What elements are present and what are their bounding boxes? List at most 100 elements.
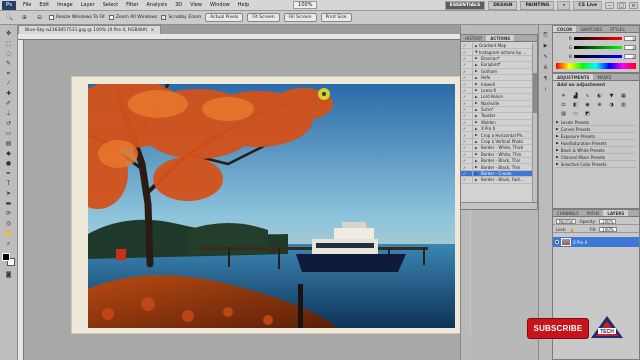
fit-screen-button[interactable]: Fit Screen — [247, 13, 280, 22]
hand-tool-icon[interactable]: ✋ — [3, 229, 14, 238]
dialog-toggle-icon[interactable] — [468, 68, 473, 74]
canvas-image[interactable] — [88, 84, 455, 328]
dialog-toggle-icon[interactable] — [468, 107, 473, 113]
scrubby-zoom-checkbox[interactable]: Scrubby Zoom — [161, 15, 201, 20]
menu-view[interactable]: View — [186, 2, 206, 8]
menu-help[interactable]: Help — [234, 2, 253, 8]
channel-slider[interactable] — [574, 55, 622, 58]
menu-3d[interactable]: 3D — [171, 2, 186, 8]
brush-tool-icon[interactable]: ✐ — [3, 99, 14, 108]
preset-row[interactable]: ▶ Selective Color Presets — [556, 161, 636, 168]
tab-masks[interactable]: MASKS — [593, 74, 615, 80]
tab-adjustments[interactable]: ADJUSTMENTS — [553, 74, 594, 80]
document-tab[interactable]: Blue-Sky-a2363857531.jpg @ 100% (X Pro I… — [18, 25, 162, 34]
preset-row[interactable]: ▶ Curves Presets — [556, 126, 636, 133]
eraser-tool-icon[interactable]: ▭ — [3, 129, 14, 138]
dialog-toggle-icon[interactable] — [468, 158, 473, 164]
paragraph-icon[interactable]: ¶ — [542, 75, 550, 82]
tab-swatches[interactable]: SWATCHES — [576, 26, 606, 32]
check-icon[interactable]: ✓ — [462, 113, 467, 118]
cs-live-button[interactable]: CS Live — [573, 1, 602, 10]
expand-right-icon[interactable]: ▶ — [556, 155, 559, 159]
close-icon[interactable]: × — [629, 2, 638, 9]
check-icon[interactable]: ✓ — [462, 107, 467, 112]
dialog-toggle-icon[interactable] — [468, 164, 473, 170]
channel-slider[interactable] — [574, 37, 622, 40]
print-size-button[interactable]: Print Size — [320, 13, 352, 22]
type-tool-icon[interactable]: T — [3, 179, 14, 188]
quick-mask-icon[interactable]: ◙ — [3, 270, 14, 279]
exposure-icon[interactable]: ◐ — [595, 92, 604, 99]
check-icon[interactable]: ✓ — [462, 62, 467, 67]
check-icon[interactable]: ✓ — [462, 165, 467, 170]
preset-row[interactable]: ▶ Levels Presets — [556, 119, 636, 126]
check-icon[interactable]: ✓ — [462, 94, 467, 99]
check-icon[interactable]: ✓ — [462, 101, 467, 106]
fill-screen-button[interactable]: Fill Screen — [283, 13, 317, 22]
gradient-tool-icon[interactable]: ▤ — [3, 139, 14, 148]
preset-row[interactable]: ▶ Channel Mixer Presets — [556, 154, 636, 161]
dialog-toggle-icon[interactable] — [468, 49, 473, 55]
tab-paths[interactable]: PATHS — [583, 210, 604, 216]
lock-icon[interactable]: 🔒 — [569, 227, 574, 232]
hue-saturation-icon[interactable]: ▦ — [619, 92, 628, 99]
3d-orbit-tool-icon[interactable]: ◎ — [3, 219, 14, 228]
dialog-toggle-icon[interactable] — [468, 126, 473, 132]
check-icon[interactable]: ✓ — [462, 75, 467, 80]
menu-layer[interactable]: Layer — [77, 2, 99, 8]
lasso-tool-icon[interactable]: ◌ — [3, 49, 14, 58]
dialog-toggle-icon[interactable] — [468, 171, 473, 176]
posterize-icon[interactable]: ▥ — [619, 101, 628, 108]
dialog-toggle-icon[interactable] — [468, 100, 473, 106]
check-icon[interactable]: ✓ — [462, 177, 467, 182]
fill-field[interactable]: 100% — [599, 226, 617, 232]
selective-color-icon[interactable]: ◩ — [583, 110, 592, 117]
zoom-all-checkbox[interactable]: Zoom All Windows — [108, 15, 157, 20]
history-icon[interactable]: ⎘ — [542, 31, 550, 38]
color-balance-icon[interactable]: ⚖ — [559, 101, 568, 108]
check-icon[interactable]: ✓ — [462, 126, 467, 131]
workspace-essentials[interactable]: ESSENTIALS — [444, 1, 486, 10]
crop-tool-icon[interactable]: ⌗ — [3, 69, 14, 78]
check-icon[interactable]: ✓ — [462, 120, 467, 125]
tab-actions[interactable]: ACTIONS — [486, 35, 515, 41]
check-icon[interactable]: ✓ — [462, 171, 467, 176]
scrollbar-thumb[interactable] — [533, 73, 537, 113]
minimize-icon[interactable]: – — [605, 2, 614, 9]
action-row[interactable]: ✓ ▶ Border - Black, Fadi... — [461, 177, 533, 184]
menu-analysis[interactable]: Analysis — [143, 2, 172, 8]
vibrance-icon[interactable]: ▼ — [607, 92, 616, 99]
channel-value-field[interactable]: 0 — [624, 45, 636, 51]
actions-scrollbar[interactable] — [532, 43, 537, 203]
shape-tool-icon[interactable]: ▬ — [3, 199, 14, 208]
tab-layers[interactable]: LAYERS — [603, 210, 629, 216]
resize-windows-checkbox[interactable]: Resize Windows To Fit — [49, 15, 105, 20]
eye-icon[interactable] — [555, 240, 559, 244]
preset-row[interactable]: ▶ Hue/Saturation Presets — [556, 140, 636, 147]
photo-filter-icon[interactable]: ◉ — [583, 101, 592, 108]
maximize-icon[interactable]: □ — [617, 2, 626, 9]
channel-mixer-icon[interactable]: ⊕ — [595, 101, 604, 108]
move-tool-icon[interactable]: ✥ — [3, 29, 14, 38]
3d-rotate-tool-icon[interactable]: ⟳ — [3, 209, 14, 218]
expand-right-icon[interactable]: ▶ — [556, 120, 559, 124]
dialog-toggle-icon[interactable] — [468, 43, 473, 49]
channel-value-field[interactable]: 0 — [624, 36, 636, 42]
check-icon[interactable]: ✓ — [462, 43, 467, 48]
workspace-painting[interactable]: PAINTING — [520, 1, 555, 10]
tab-channels[interactable]: CHANNELS — [553, 210, 583, 216]
zoom-in-icon[interactable]: ⊕ — [19, 13, 30, 22]
blend-mode-dropdown[interactable]: Normal — [556, 218, 577, 224]
check-icon[interactable]: ✓ — [462, 158, 467, 163]
dialog-toggle-icon[interactable] — [468, 145, 473, 151]
actions-icon[interactable]: ▶ — [542, 42, 550, 49]
expand-right-icon[interactable]: ▶ — [556, 162, 559, 166]
eyedropper-tool-icon[interactable]: ⁄ — [3, 79, 14, 88]
character-icon[interactable]: A — [542, 64, 550, 71]
expand-right-icon[interactable]: ▶ — [556, 141, 559, 145]
check-icon[interactable]: ✓ — [462, 139, 467, 144]
dialog-toggle-icon[interactable] — [468, 132, 473, 138]
check-icon[interactable]: ✓ — [462, 50, 467, 55]
blur-tool-icon[interactable]: ◆ — [3, 149, 14, 158]
black-white-icon[interactable]: ◧ — [571, 101, 580, 108]
